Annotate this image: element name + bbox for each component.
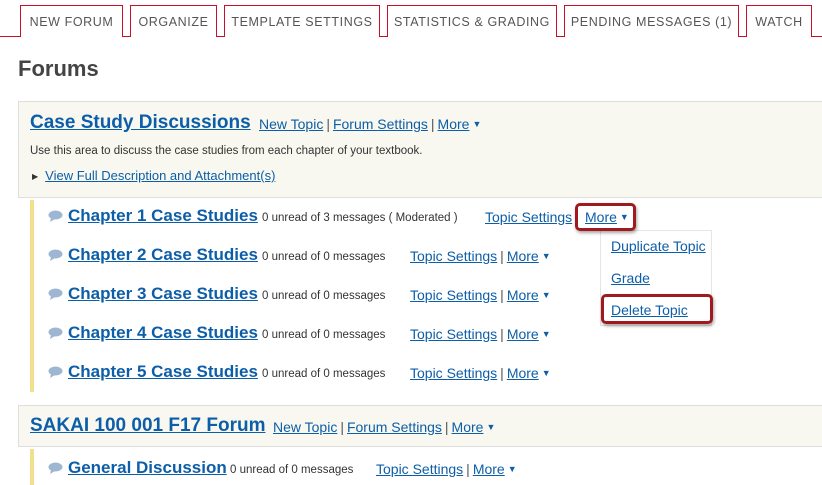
forum-settings-link[interactable]: Forum Settings — [333, 116, 428, 132]
topic-row: Chapter 1 Case Studies 0 unread of 3 mes… — [48, 206, 629, 230]
topic-row: Chapter 4 Case Studies 0 unread of 0 mes… — [48, 323, 568, 347]
new-topic-link[interactable]: New Topic — [259, 116, 323, 132]
tab-pending-messages[interactable]: PENDING MESSAGES (1) — [564, 5, 739, 37]
topic-title[interactable]: Chapter 4 Case Studies — [68, 323, 258, 343]
topic-title[interactable]: Chapter 2 Case Studies — [68, 245, 258, 265]
topic-more-link[interactable]: More — [507, 287, 539, 303]
forum-description: Use this area to discuss the case studie… — [30, 145, 423, 157]
new-topic-link[interactable]: New Topic — [273, 419, 337, 435]
more-highlight — [575, 203, 636, 231]
chevron-down-icon: ▼ — [541, 290, 551, 300]
topic-message-count: 0 unread of 0 messages — [262, 290, 386, 302]
topic-more-link[interactable]: More — [507, 326, 539, 342]
topic-message-count: 0 unread of 0 messages — [262, 329, 386, 341]
page-title: Forums — [18, 56, 99, 81]
topic-title[interactable]: General Discussion — [68, 458, 227, 478]
forum-settings-link[interactable]: Forum Settings — [347, 419, 442, 435]
chat-bubble-icon — [48, 327, 63, 339]
topic-actions: Topic Settings | More ▼ — [410, 326, 551, 342]
topic-message-count: 0 unread of 3 messages ( Moderated ) — [262, 212, 458, 224]
topic-row: Chapter 2 Case Studies 0 unread of 0 mes… — [48, 245, 568, 269]
topic-settings-link[interactable]: Topic Settings — [376, 461, 463, 477]
forum-actions: New Topic | Forum Settings | More ▼ — [259, 116, 482, 132]
grade-item[interactable]: Grade — [611, 270, 650, 286]
tab-template-settings[interactable]: TEMPLATE SETTINGS — [224, 5, 380, 37]
topic-settings-link[interactable]: Topic Settings — [410, 248, 497, 264]
topic-title[interactable]: Chapter 5 Case Studies — [68, 362, 258, 382]
triangle-right-icon: ▶ — [32, 172, 39, 181]
chat-bubble-icon — [48, 366, 63, 378]
tool-tabbar: NEW FORUM ORGANIZE TEMPLATE SETTINGS STA… — [0, 0, 822, 37]
topic-group-rule — [30, 200, 34, 392]
topic-settings-link[interactable]: Topic Settings — [410, 326, 497, 342]
topic-group-rule — [30, 449, 34, 485]
full-description-link[interactable]: View Full Description and Attachment(s) — [45, 168, 275, 183]
forum-more-link[interactable]: More — [452, 419, 484, 435]
tab-organize[interactable]: ORGANIZE — [130, 5, 217, 37]
tab-watch[interactable]: WATCH — [746, 5, 812, 37]
topic-message-count: 0 unread of 0 messages — [262, 368, 386, 380]
forum-header: Case Study Discussions New Topic | Forum S… — [18, 101, 822, 198]
topic-actions: Topic Settings | More ▼ — [410, 248, 551, 264]
chat-bubble-icon — [48, 210, 63, 222]
forum-more-link[interactable]: More — [438, 116, 470, 132]
chevron-down-icon: ▼ — [541, 368, 551, 378]
chevron-down-icon: ▼ — [507, 464, 517, 474]
forum-actions: New Topic | Forum Settings | More ▼ — [273, 419, 496, 435]
topic-message-count: 0 unread of 0 messages — [230, 464, 354, 476]
topic-actions: Topic Settings — [485, 209, 572, 225]
topic-more-link[interactable]: More — [507, 248, 539, 264]
topic-row: Chapter 3 Case Studies 0 unread of 0 mes… — [48, 284, 568, 308]
delete-topic-highlight — [601, 294, 713, 324]
topic-settings-link[interactable]: Topic Settings — [485, 209, 572, 225]
forum-title[interactable]: Case Study Discussions — [30, 112, 251, 134]
topic-row: General Discussion 0 unread of 0 message… — [48, 458, 568, 482]
topic-more-link[interactable]: More — [473, 461, 505, 477]
full-description-toggle[interactable]: ▶ View Full Description and Attachment(s) — [32, 168, 275, 183]
chat-bubble-icon — [48, 288, 63, 300]
topic-settings-link[interactable]: Topic Settings — [410, 287, 497, 303]
topic-title[interactable]: Chapter 1 Case Studies — [68, 206, 258, 226]
duplicate-topic-item[interactable]: Duplicate Topic — [611, 238, 706, 254]
tab-statistics-grading[interactable]: STATISTICS & GRADING — [387, 5, 557, 37]
chevron-down-icon: ▼ — [486, 422, 496, 432]
forum-title[interactable]: SAKAI 100 001 F17 Forum — [30, 415, 265, 437]
chevron-down-icon: ▼ — [541, 251, 551, 261]
chat-bubble-icon — [48, 462, 63, 474]
topic-more-link[interactable]: More — [507, 365, 539, 381]
topic-message-count: 0 unread of 0 messages — [262, 251, 386, 263]
chevron-down-icon: ▼ — [472, 119, 482, 129]
topic-settings-link[interactable]: Topic Settings — [410, 365, 497, 381]
topic-title[interactable]: Chapter 3 Case Studies — [68, 284, 258, 304]
topic-actions: Topic Settings | More ▼ — [410, 287, 551, 303]
chevron-down-icon: ▼ — [541, 329, 551, 339]
topic-actions: Topic Settings | More ▼ — [410, 365, 551, 381]
tab-new-forum[interactable]: NEW FORUM — [20, 5, 123, 37]
forum-header: SAKAI 100 001 F17 Forum New Topic | Forum … — [18, 405, 822, 447]
topic-actions: Topic Settings | More ▼ — [376, 461, 517, 477]
chat-bubble-icon — [48, 249, 63, 261]
topic-row: Chapter 5 Case Studies 0 unread of 0 mes… — [48, 362, 568, 386]
